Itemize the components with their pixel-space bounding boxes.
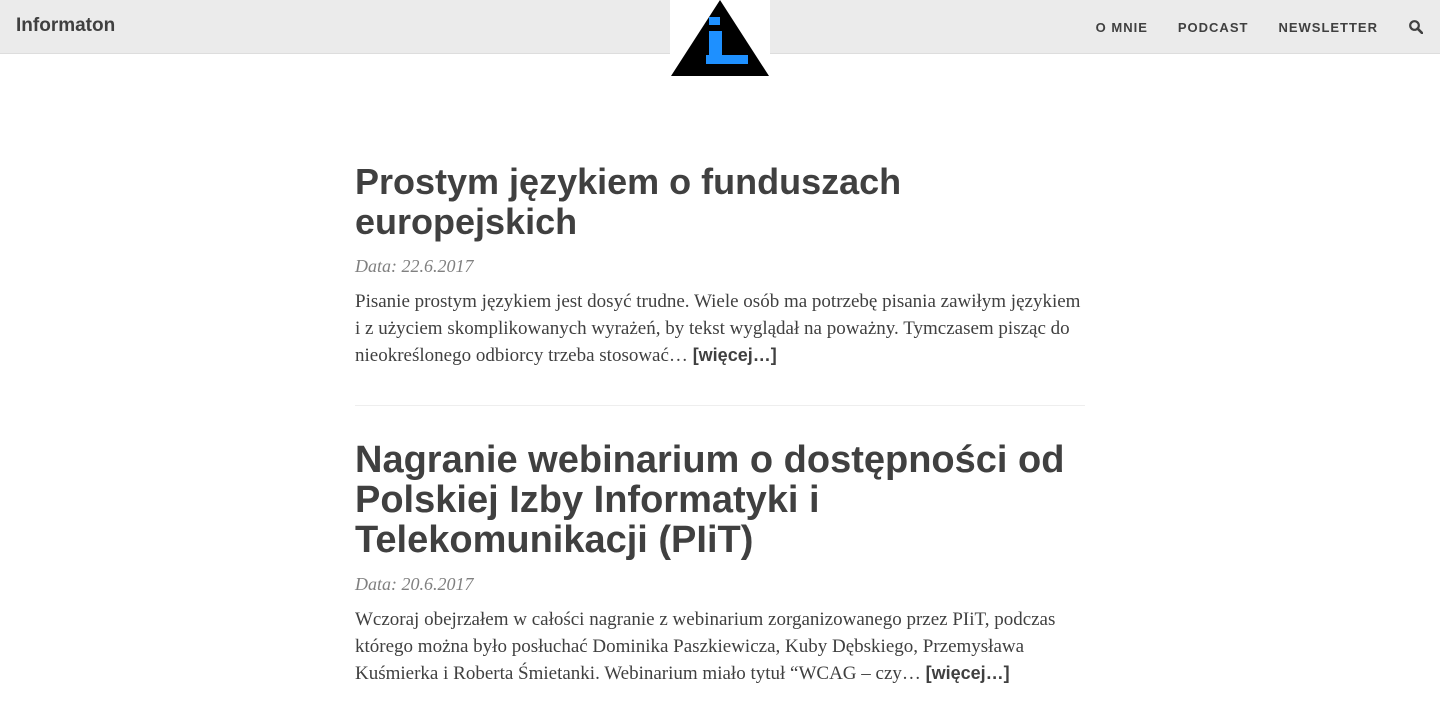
- search-button[interactable]: [1408, 19, 1424, 35]
- post-divider: [355, 405, 1085, 406]
- nav-link-o-mnie[interactable]: O MNIE: [1096, 20, 1148, 35]
- post-excerpt: Wczoraj obejrzałem w całości nagranie z …: [355, 606, 1085, 687]
- nav-link-podcast[interactable]: PODCAST: [1178, 20, 1249, 35]
- info-triangle-logo-icon: [671, 0, 769, 76]
- post-excerpt: Pisanie prostym językiem jest dosyć trud…: [355, 288, 1085, 369]
- nav-links: O MNIE PODCAST NEWSLETTER: [1066, 0, 1424, 54]
- post-title[interactable]: Prostym językiem o funduszach europejski…: [355, 162, 1085, 242]
- post-item: Prostym językiem o funduszach europejski…: [355, 162, 1085, 369]
- nav-link-newsletter[interactable]: NEWSLETTER: [1278, 20, 1378, 35]
- post-list: Prostym językiem o funduszach europejski…: [355, 162, 1085, 687]
- post-title[interactable]: Nagranie webinarium o dostępności od Pol…: [355, 440, 1085, 560]
- read-more-link[interactable]: [więcej…]: [926, 663, 1010, 683]
- brand-link[interactable]: Informaton: [16, 15, 115, 37]
- post-date: Data: 20.6.2017: [355, 574, 474, 594]
- site-logo[interactable]: [670, 0, 770, 78]
- search-icon: [1409, 20, 1423, 34]
- post-item: Nagranie webinarium o dostępności od Pol…: [355, 440, 1085, 687]
- read-more-link[interactable]: [więcej…]: [693, 345, 777, 365]
- post-date: Data: 22.6.2017: [355, 256, 474, 276]
